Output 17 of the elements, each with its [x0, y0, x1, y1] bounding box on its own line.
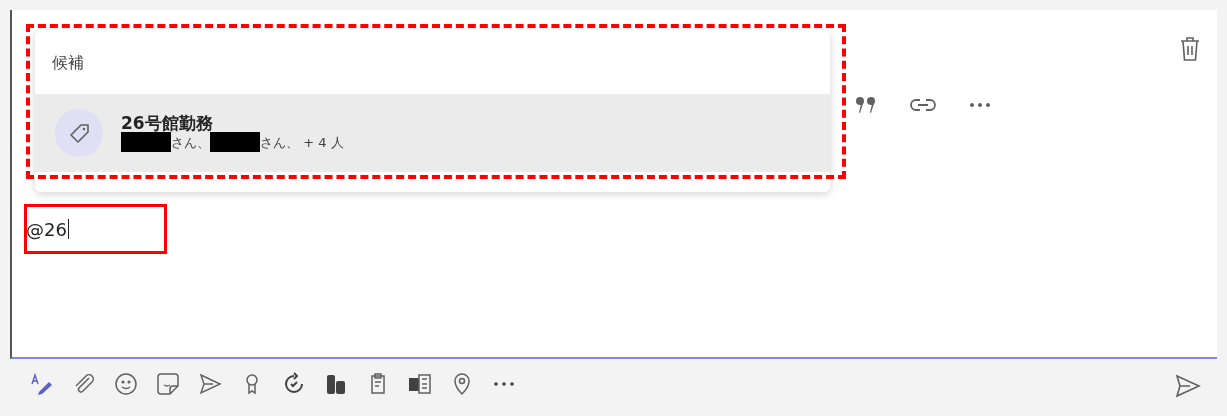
- popup-header: 候補: [51, 52, 85, 74]
- suggestion-item[interactable]: 26号館勤務 さん、 さん、 + 4 人: [35, 94, 830, 172]
- member-text: さん、 + 4 人: [260, 134, 344, 151]
- refresh-icon[interactable]: [282, 372, 306, 396]
- emoji-icon[interactable]: [114, 372, 138, 396]
- app-icon[interactable]: [324, 372, 348, 396]
- format-icon[interactable]: [30, 372, 54, 396]
- app-grid-icon[interactable]: [408, 372, 432, 396]
- suggestion-title: 26号館勤務: [121, 113, 214, 133]
- link-icon[interactable]: [910, 98, 936, 112]
- sticker-icon[interactable]: [156, 372, 180, 396]
- paper-plane-icon[interactable]: [198, 372, 222, 396]
- more-icon[interactable]: [969, 102, 991, 108]
- send-icon[interactable]: [1175, 374, 1201, 398]
- quote-icon[interactable]: [855, 96, 877, 114]
- trash-icon[interactable]: [1179, 36, 1201, 62]
- member-text: さん、: [171, 134, 210, 151]
